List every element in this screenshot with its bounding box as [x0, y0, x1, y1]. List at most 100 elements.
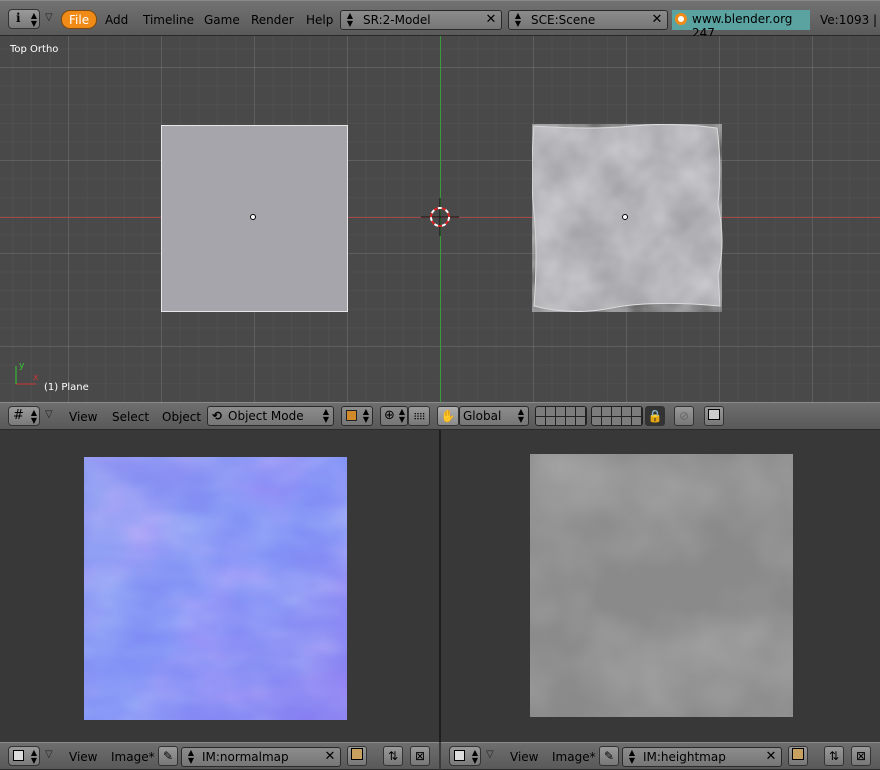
close-icon[interactable]: ✕ — [320, 748, 340, 766]
updown-icon: ▲ ▼ — [514, 11, 522, 28]
updown-icon: ▲ ▼ — [346, 11, 354, 28]
editor-type-button[interactable]: ▲ ▼ — [449, 746, 481, 766]
menu-view[interactable]: View — [510, 750, 538, 764]
image-name: IM:heightmap — [643, 750, 726, 764]
sync-button[interactable]: ⇅ — [824, 746, 844, 766]
menu-select[interactable]: Select — [112, 410, 149, 424]
active-object-label: (1) Plane — [44, 382, 89, 393]
menu-add[interactable]: Add — [105, 13, 128, 27]
close-icon[interactable]: ✕ — [481, 11, 501, 29]
sync-icon: ⇅ — [828, 749, 840, 763]
orientation-label: Global — [463, 409, 502, 423]
3d-cursor-icon[interactable] — [421, 198, 459, 236]
draw-icon: ⊠ — [414, 749, 426, 763]
image-editor-left-header: ▲ ▼ ▽ View Image* ✎ ▲ ▼ IM:normalmap ✕ ⇅ ⊠ — [0, 742, 439, 770]
axis-x-label: x — [33, 373, 39, 383]
lock-layer-button[interactable]: 🔒 — [645, 406, 665, 426]
scene-stats: Ve:1093 | F — [820, 13, 880, 27]
brush-icon: ✎ — [162, 749, 174, 763]
image-editor-right[interactable] — [441, 430, 880, 742]
editor-type-button[interactable]: # ▲ ▼ — [8, 406, 40, 426]
updown-icon: ▲ ▼ — [362, 407, 370, 424]
menu-object[interactable]: Object — [162, 410, 201, 424]
axis-y-label: y — [19, 361, 25, 371]
heightmap-image[interactable] — [530, 454, 793, 717]
link-button[interactable]: ⊘ — [674, 406, 694, 426]
editor-type-button[interactable]: ▲ ▼ — [8, 746, 40, 766]
website-link[interactable]: www.blender.org 247 — [672, 10, 810, 40]
menu-image[interactable]: Image* — [552, 750, 596, 764]
axis-widget-icon: x y — [12, 361, 42, 388]
solid-cube-icon — [346, 410, 357, 421]
displaced-plane-object[interactable] — [531, 123, 726, 313]
updown-icon: ▲ ▼ — [187, 748, 195, 765]
close-icon[interactable]: ✕ — [761, 748, 781, 766]
scene-selector[interactable]: ▲ ▼ SCE:Scene ✕ — [508, 10, 668, 30]
updown-icon: ▲ ▼ — [30, 748, 38, 765]
object-mode-icon: ⟲ — [212, 409, 223, 423]
draw-type-selector[interactable]: ▲ ▼ — [341, 406, 373, 426]
lock-icon: 🔒 — [647, 409, 663, 423]
paint-tool-button[interactable]: ✎ — [158, 746, 178, 766]
menu-view[interactable]: View — [69, 750, 97, 764]
menu-help[interactable]: Help — [306, 13, 333, 27]
close-icon[interactable]: ✕ — [647, 11, 667, 29]
screen-name: SR:2-Model — [363, 13, 431, 27]
collapse-menu-icon[interactable]: ▽ — [486, 749, 494, 760]
dots-grid-icon: ⠿⠿ — [413, 413, 425, 423]
package-icon — [351, 748, 363, 760]
menu-timeline[interactable]: Timeline — [143, 13, 194, 27]
pack-image-button[interactable] — [347, 746, 367, 766]
editor-type-button[interactable]: i ▲ ▼ — [8, 9, 40, 29]
draw-toggle-button[interactable]: ⊠ — [851, 746, 871, 766]
image-editor-icon — [454, 750, 465, 761]
menu-image[interactable]: Image* — [111, 750, 155, 764]
layer-buttons-group-2[interactable] — [591, 406, 643, 426]
3d-viewport[interactable]: Top Ortho x y (1) Plane — [0, 36, 880, 402]
layer-buttons-group-1[interactable] — [535, 406, 587, 426]
manipulator-toggle-button[interactable]: ⠿⠿ — [408, 406, 430, 426]
scene-name: SCE:Scene — [531, 13, 596, 27]
image-icon — [708, 409, 720, 420]
collapse-menu-icon[interactable]: ▽ — [45, 749, 53, 760]
menu-file-label: File — [69, 13, 90, 27]
object-origin-icon — [622, 214, 628, 220]
viewport-grid-icon: # — [13, 408, 24, 423]
menu-file[interactable]: File — [61, 10, 97, 29]
object-origin-icon — [250, 214, 256, 220]
normalmap-image[interactable] — [84, 457, 347, 720]
screen-selector[interactable]: ▲ ▼ SR:2-Model ✕ — [340, 10, 502, 30]
info-icon: i — [16, 11, 21, 25]
image-editor-icon — [13, 750, 24, 761]
updown-icon: ▲ ▼ — [30, 408, 38, 425]
collapse-menu-icon[interactable]: ▽ — [45, 12, 53, 23]
view-label: Top Ortho — [10, 44, 59, 55]
menu-render[interactable]: Render — [251, 13, 294, 27]
mode-label: Object Mode — [228, 409, 304, 423]
hand-icon: ✋ — [440, 409, 456, 423]
menu-game[interactable]: Game — [204, 13, 240, 27]
image-name: IM:normalmap — [202, 750, 289, 764]
updown-icon: ▲ ▼ — [628, 748, 636, 765]
image-editor-left[interactable] — [0, 430, 441, 742]
sync-button[interactable]: ⇅ — [383, 746, 403, 766]
menu-view[interactable]: View — [69, 410, 97, 424]
flat-plane-object[interactable] — [161, 125, 348, 312]
pivot-selector[interactable]: ⊕ ▲ ▼ — [380, 406, 408, 426]
mode-selector[interactable]: ⟲ Object Mode ▲ ▼ — [207, 406, 334, 426]
collapse-menu-icon[interactable]: ▽ — [45, 409, 53, 420]
viewport-header: # ▲ ▼ ▽ View Select Object ⟲ Object Mode … — [0, 402, 880, 430]
draw-toggle-button[interactable]: ⊠ — [410, 746, 430, 766]
blender-logo-icon — [675, 13, 687, 25]
updown-icon: ▲ ▼ — [471, 748, 479, 765]
image-editor-right-header: ▲ ▼ ▽ View Image* ✎ ▲ ▼ IM:heightmap ✕ ⇅ ⊠ — [441, 742, 880, 770]
link-icon: ⊘ — [678, 409, 690, 423]
updown-icon: ▲ ▼ — [517, 407, 525, 424]
image-selector[interactable]: ▲ ▼ IM:normalmap ✕ — [181, 747, 341, 767]
paint-tool-button[interactable]: ✎ — [599, 746, 619, 766]
hand-tool-button[interactable]: ✋ — [437, 406, 459, 426]
pack-image-button[interactable] — [788, 746, 808, 766]
render-button[interactable] — [704, 406, 724, 426]
orientation-selector[interactable]: Global ▲ ▼ — [459, 406, 529, 426]
image-selector[interactable]: ▲ ▼ IM:heightmap ✕ — [622, 747, 782, 767]
